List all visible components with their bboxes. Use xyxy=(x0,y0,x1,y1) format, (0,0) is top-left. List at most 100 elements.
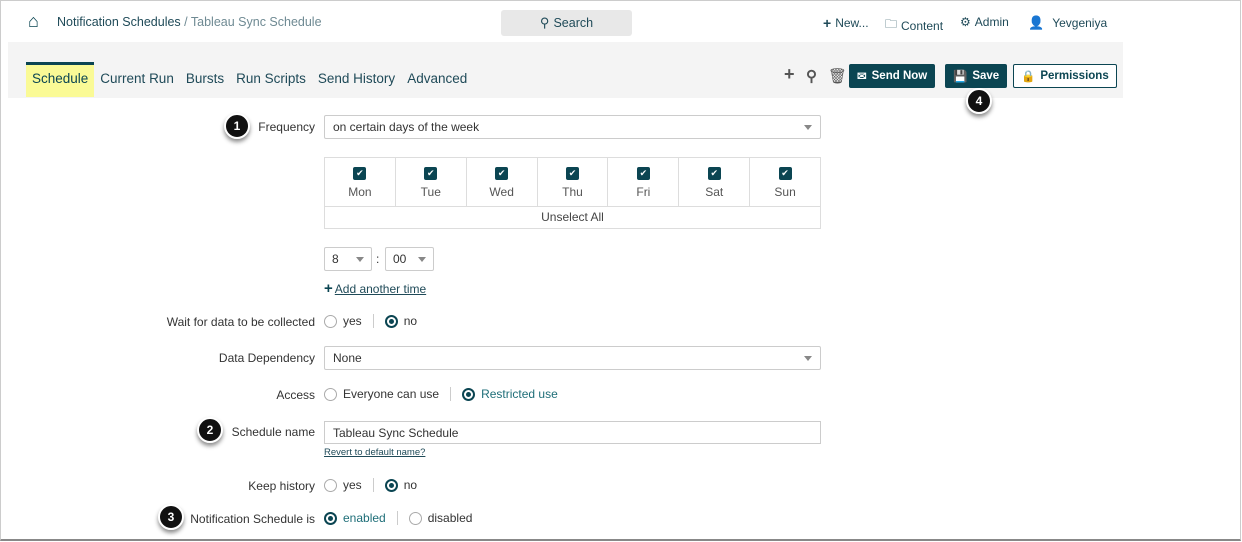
breadcrumb-current: Tableau Sync Schedule xyxy=(190,15,322,29)
day-label: Sun xyxy=(774,185,796,199)
hour-select[interactable]: 8 xyxy=(324,247,372,271)
tab-advanced[interactable]: Advanced xyxy=(401,62,473,97)
chevron-down-icon xyxy=(418,256,426,262)
wait-label: Wait for data to be collected xyxy=(166,315,315,329)
save-label: Save xyxy=(972,70,1000,82)
breadcrumb-separator: / xyxy=(180,15,191,29)
folder-icon: 🗀 xyxy=(885,17,898,31)
access-restricted-radio[interactable] xyxy=(462,387,476,401)
history-yes-label: yes xyxy=(343,478,362,492)
permissions-label: Permissions xyxy=(1040,70,1109,82)
gear-icon: ⚙ xyxy=(960,15,971,29)
tab-run-scripts[interactable]: Run Scripts xyxy=(230,62,312,97)
revert-name-link[interactable]: Revert to default name? xyxy=(324,447,425,458)
checkbox-checked-icon[interactable]: ✔ xyxy=(353,167,367,180)
tab-schedule[interactable]: Schedule xyxy=(26,62,95,97)
new-label: New... xyxy=(835,16,869,30)
day-sun[interactable]: ✔ Sun xyxy=(750,158,820,206)
tab-current-run[interactable]: Current Run xyxy=(94,62,180,97)
day-sat[interactable]: ✔ Sat xyxy=(679,158,751,206)
plus-icon: + xyxy=(324,280,333,297)
day-label: Fri xyxy=(636,185,651,199)
checkbox-checked-icon[interactable]: ✔ xyxy=(636,167,650,180)
frequency-label: Frequency xyxy=(258,120,315,134)
schedule-name-label: Schedule name xyxy=(231,425,315,439)
disabled-radio[interactable] xyxy=(408,511,422,525)
access-restricted-label: Restricted use xyxy=(481,387,558,401)
day-thu[interactable]: ✔ Thu xyxy=(538,158,609,206)
admin-menu[interactable]: ⚙ Admin xyxy=(960,15,1009,29)
access-everyone-label: Everyone can use xyxy=(343,387,440,401)
day-wed[interactable]: ✔ Wed xyxy=(467,158,538,206)
home-icon[interactable]: ⌂ xyxy=(28,11,39,32)
history-yes-radio[interactable] xyxy=(324,478,337,492)
minute-select[interactable]: 00 xyxy=(385,247,434,271)
search-icon: ⚲ xyxy=(539,15,550,30)
content-menu[interactable]: 🗀 Content xyxy=(885,15,943,36)
chevron-down-icon xyxy=(804,355,812,361)
unselect-all-button[interactable]: Unselect All xyxy=(325,207,820,228)
frequency-value: on certain days of the week xyxy=(333,120,480,134)
divider xyxy=(450,387,452,401)
day-label: Thu xyxy=(562,185,583,199)
divider xyxy=(372,478,374,492)
history-no-label: no xyxy=(403,478,418,492)
day-fri[interactable]: ✔ Fri xyxy=(608,158,680,206)
divider xyxy=(372,314,374,328)
send-now-button[interactable]: ✉ Send Now xyxy=(849,64,936,88)
dependency-value: None xyxy=(333,351,362,365)
day-picker: ✔ Mon ✔ Tue ✔ Wed ✔ Thu ✔ Fri ✔ Sat ✔ Sun Unselect Al… xyxy=(324,157,821,229)
checkbox-checked-icon[interactable]: ✔ xyxy=(566,167,579,180)
trash-icon[interactable]: 🗑 xyxy=(828,67,847,85)
schedule-name-input[interactable] xyxy=(324,421,821,444)
breadcrumb-root[interactable]: Notification Schedules xyxy=(57,15,181,29)
add-time-label: Add another time xyxy=(334,281,427,296)
search-button[interactable]: ⚲ Search xyxy=(501,10,632,36)
wait-yes-radio[interactable] xyxy=(324,314,337,328)
day-label: Wed xyxy=(489,185,514,199)
envelope-icon: ✉ xyxy=(857,71,867,83)
divider xyxy=(396,511,398,525)
checkbox-checked-icon[interactable]: ✔ xyxy=(424,167,438,180)
send-now-label: Send Now xyxy=(871,70,928,82)
day-label: Sat xyxy=(705,185,724,199)
wait-no-radio[interactable] xyxy=(384,314,398,328)
content-label: Content xyxy=(901,18,944,33)
save-button[interactable]: 💾 Save xyxy=(945,64,1008,88)
search-label: Search xyxy=(553,16,594,30)
chevron-down-icon xyxy=(804,124,812,130)
minute-value: 00 xyxy=(393,252,407,266)
step-badge-4: 4 xyxy=(966,88,992,114)
checkbox-checked-icon[interactable]: ✔ xyxy=(778,167,792,180)
admin-label: Admin xyxy=(974,15,1009,29)
access-label: Access xyxy=(276,388,315,402)
tab-send-history[interactable]: Send History xyxy=(312,62,401,97)
permissions-button[interactable]: 🔒 Permissions xyxy=(1013,64,1117,88)
checkbox-checked-icon[interactable]: ✔ xyxy=(495,167,509,180)
dependency-select[interactable]: None xyxy=(324,346,821,370)
hour-value: 8 xyxy=(332,252,339,266)
history-no-radio[interactable] xyxy=(384,478,398,492)
time-colon: : xyxy=(376,252,380,266)
lock-icon: 🔒 xyxy=(1021,71,1036,83)
checkbox-checked-icon[interactable]: ✔ xyxy=(707,167,721,180)
enabled-radio[interactable] xyxy=(324,511,337,525)
day-mon[interactable]: ✔ Mon xyxy=(325,158,396,206)
chevron-down-icon xyxy=(356,256,364,262)
add-icon[interactable]: + xyxy=(784,64,795,85)
wait-radio-group: yes no xyxy=(324,314,417,328)
enabled-label: enabled xyxy=(343,511,386,525)
access-everyone-radio[interactable] xyxy=(324,387,337,401)
breadcrumb: Notification Schedules / Tableau Sync Sc… xyxy=(57,15,322,29)
search-icon[interactable]: ⚲ xyxy=(806,67,817,85)
status-label: Notification Schedule is xyxy=(190,512,315,526)
disabled-label: disabled xyxy=(427,511,473,525)
frequency-select[interactable]: on certain days of the week xyxy=(324,115,821,139)
add-time-link[interactable]: + Add another time xyxy=(324,280,426,297)
user-icon: 👤 xyxy=(1028,15,1045,30)
new-menu[interactable]: + New... xyxy=(823,15,869,31)
tab-bursts[interactable]: Bursts xyxy=(180,62,230,97)
wait-no-label: no xyxy=(403,314,418,328)
day-tue[interactable]: ✔ Tue xyxy=(396,158,467,206)
user-menu[interactable]: 👤 Yevgeniya xyxy=(1028,15,1107,31)
